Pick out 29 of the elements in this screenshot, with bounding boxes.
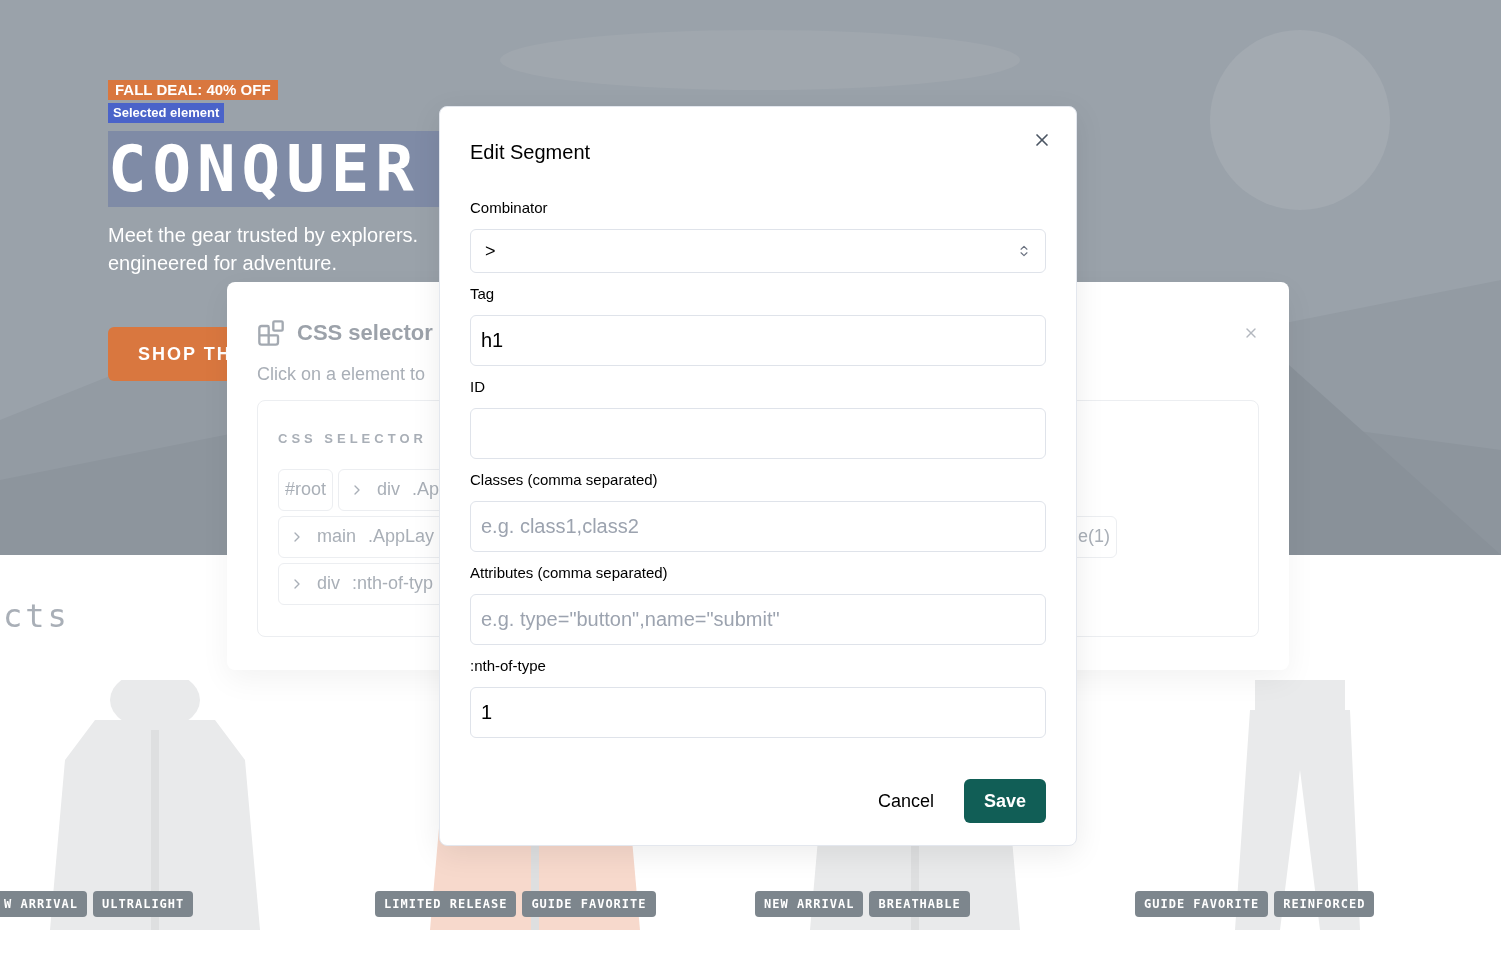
- product-tag: NEW ARRIVAL: [755, 891, 864, 917]
- selection-label: Selected element: [108, 103, 225, 123]
- chip-detail: :nth-of-typ: [352, 572, 434, 595]
- dialog-title: Edit Segment: [470, 140, 591, 165]
- field-label: Attributes (comma separated): [470, 564, 669, 582]
- product-tag: GUIDE FAVORITE: [1135, 891, 1269, 917]
- product-tag: BREATHABLE: [869, 891, 970, 917]
- field-label: Tag: [470, 285, 496, 303]
- product-tag: W ARRIVAL: [0, 891, 88, 917]
- product-tag: ULTRALIGHT: [93, 891, 194, 917]
- card-label: CSS SELECTOR: [278, 430, 427, 448]
- promo-badge: FALL DEAL: 40% OFF: [108, 80, 278, 100]
- chip-tag: main: [317, 523, 356, 550]
- field-label: Classes (comma separated): [470, 471, 659, 489]
- product-tag: REINFORCED: [1274, 891, 1375, 917]
- panel-subtitle: Click on a element to: [257, 363, 426, 386]
- product-tag: GUIDE FAVORITE: [522, 891, 656, 917]
- hero-text: engineered for adventure.: [108, 251, 339, 276]
- field-label: Combinator: [470, 199, 549, 217]
- field-label: ID: [470, 378, 486, 396]
- chip-tag: div: [377, 476, 401, 503]
- field-label: :nth-of-type: [470, 657, 547, 675]
- section-heading: cts: [3, 598, 70, 634]
- product-tag: LIMITED RELEASE: [375, 891, 517, 917]
- hero-text: Meet the gear trusted by explorers.: [108, 223, 419, 248]
- chip-tag: div: [317, 570, 340, 597]
- panel-title: CSS selector: [297, 319, 433, 347]
- chip-detail: .AppLay: [368, 525, 435, 548]
- chip-detail: .Ap: [412, 478, 440, 501]
